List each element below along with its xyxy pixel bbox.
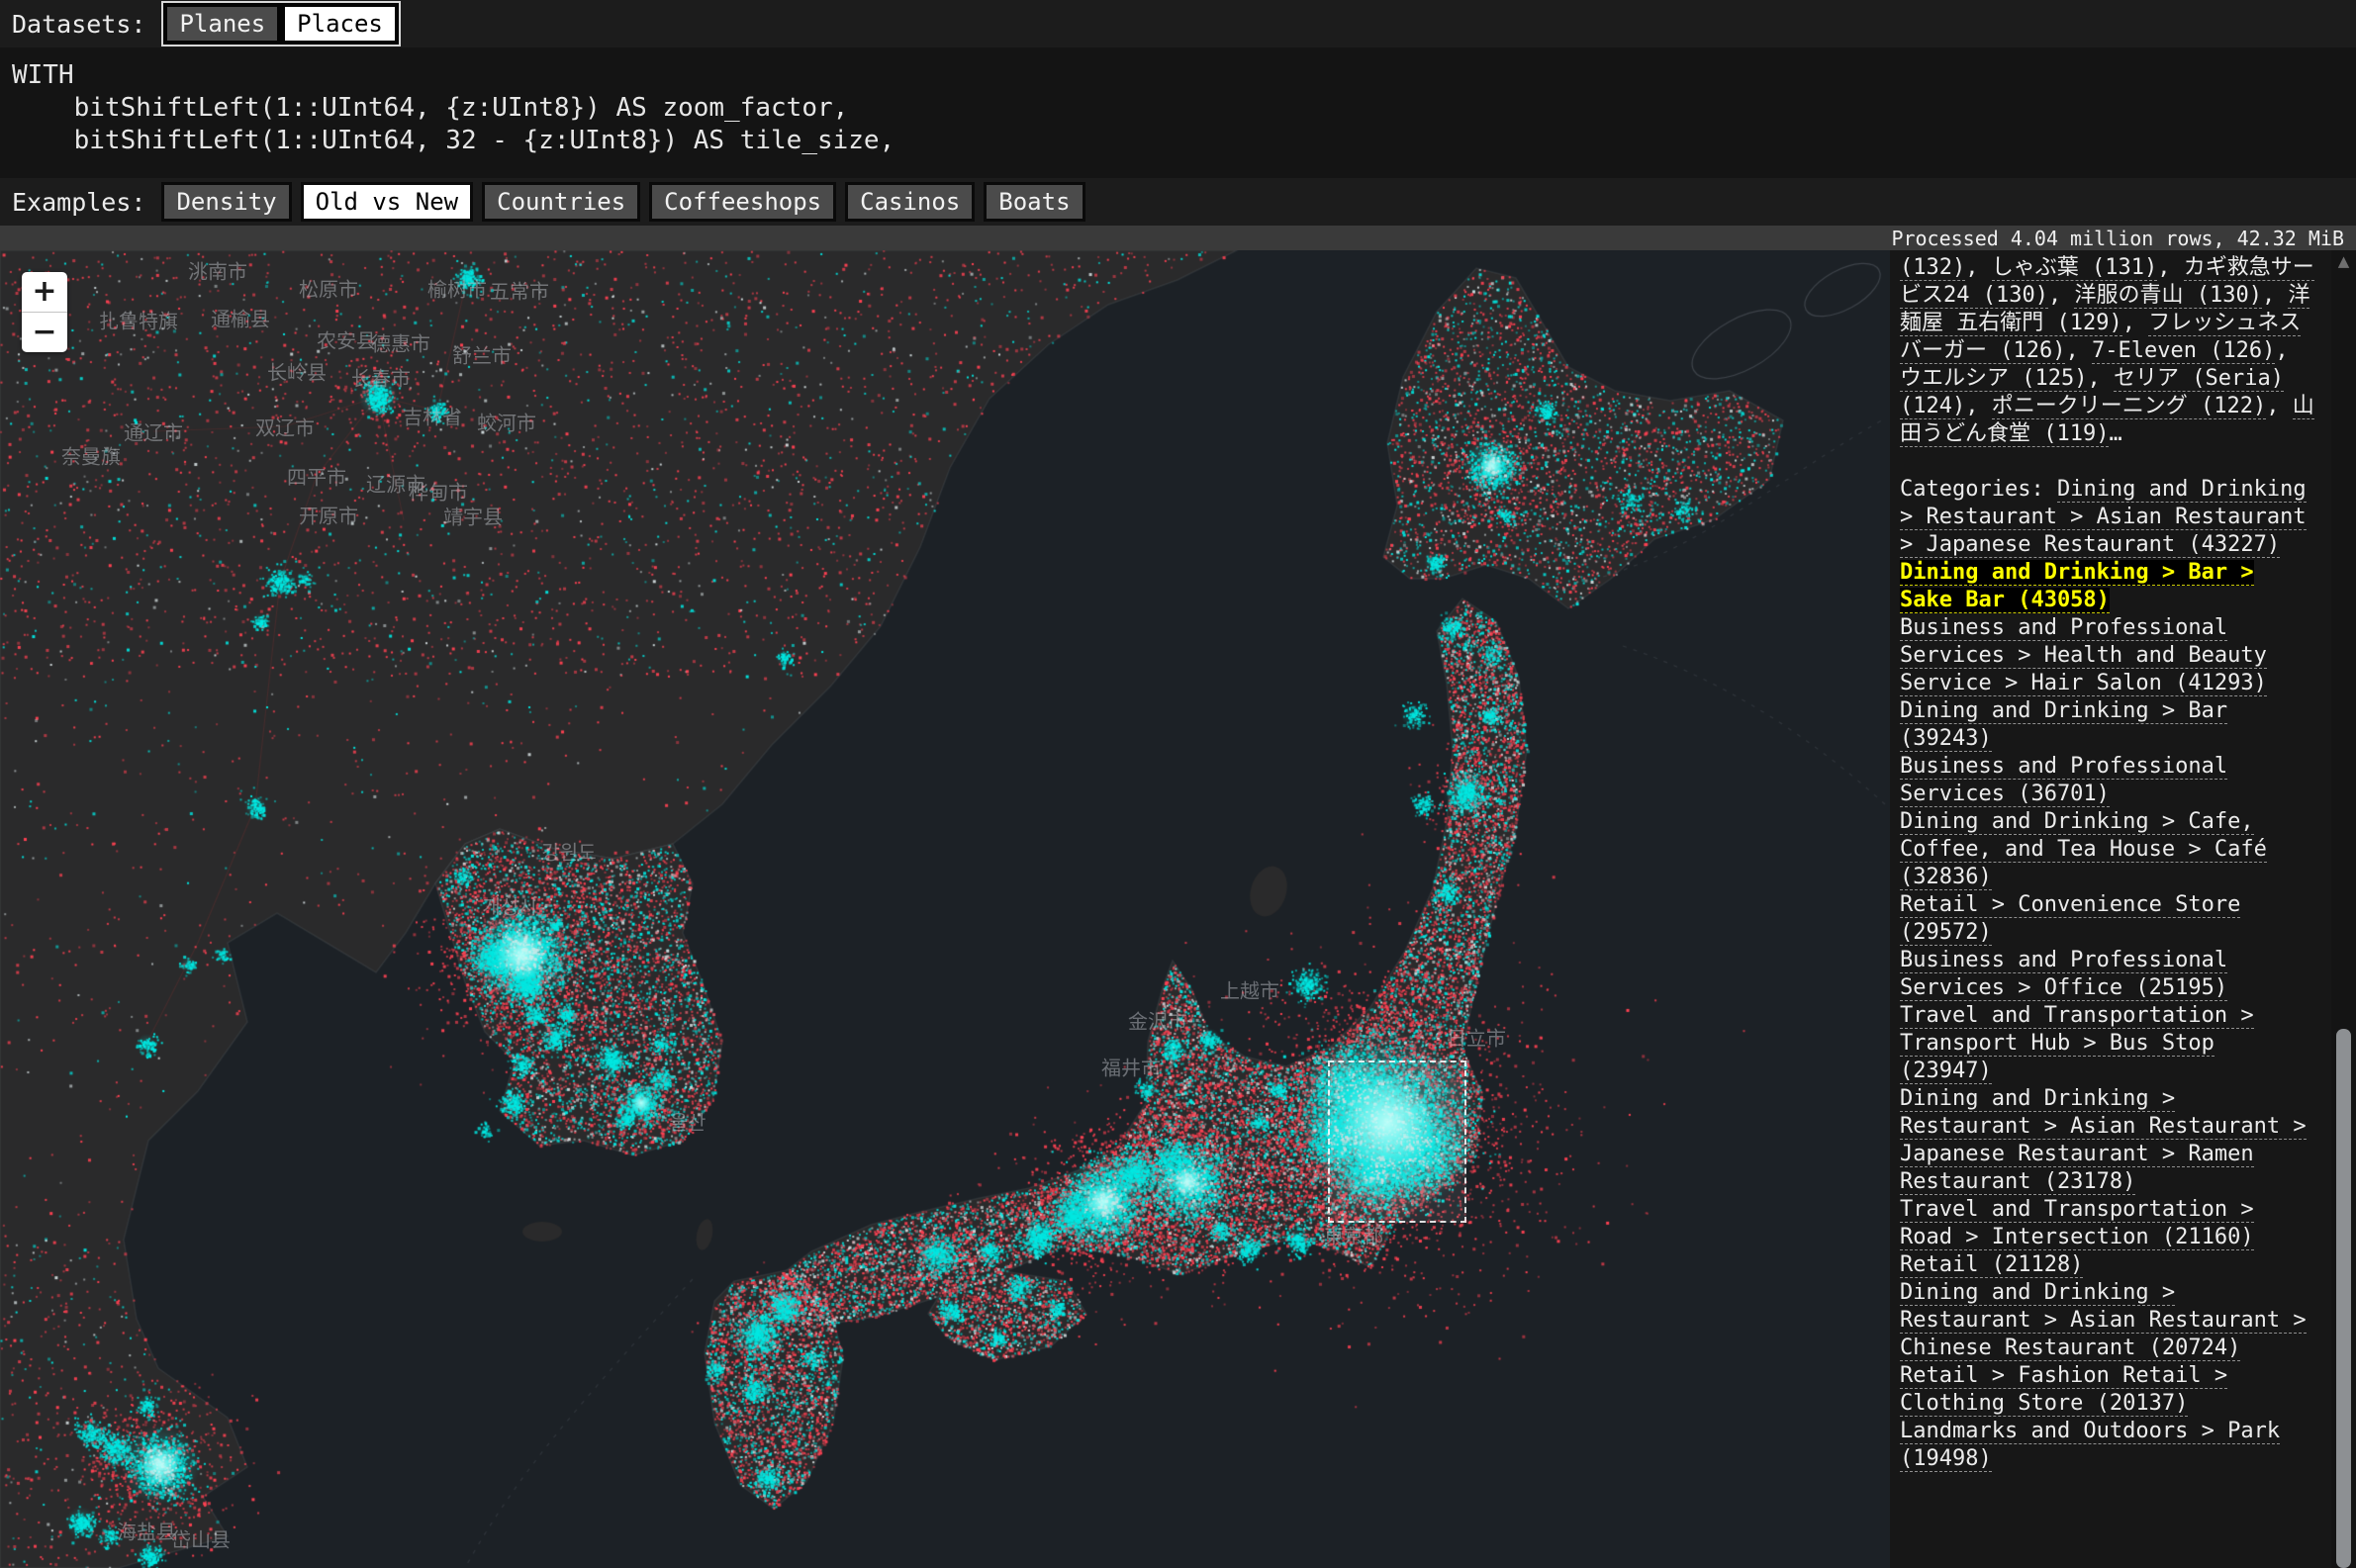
map-container: 洮南市松原市榆树市五常市扎鲁特旗通榆县农安县德惠市舒兰市长岭县长春市吉林省蛟河市…	[0, 250, 1890, 1568]
sql-editor-text[interactable]: WITH bitShiftLeft(1::UInt64, {z:UInt8}) …	[12, 59, 2356, 157]
category-link[interactable]: Retail > Fashion Retail > Clothing Store…	[1900, 1363, 2227, 1417]
category-link[interactable]: Travel and Transportation > Transport Hu…	[1900, 1003, 2254, 1084]
main-area: 洮南市松原市榆树市五常市扎鲁特旗通榆县农安县德惠市舒兰市长岭县长春市吉林省蛟河市…	[0, 250, 2356, 1568]
category-row: Retail (21128)	[1900, 1251, 2317, 1279]
brand-link[interactable]: (132)	[1900, 255, 1965, 281]
example-button-casinos[interactable]: Casinos	[845, 182, 975, 222]
categories-label: Categories:	[1900, 477, 2057, 502]
zoom-out-button[interactable]: −	[22, 313, 67, 352]
datasets-label: Datasets:	[12, 10, 145, 39]
brand-link[interactable]: ウエルシア (125)	[1900, 366, 2087, 392]
map-selection-box[interactable]	[1328, 1061, 1466, 1223]
example-button-boats[interactable]: Boats	[984, 182, 1084, 222]
category-link[interactable]: Business and Professional Services (3670…	[1900, 754, 2227, 807]
category-link[interactable]: Business and Professional Services > Off…	[1900, 948, 2227, 1001]
brand-link[interactable]: しゃぶ葉 (131)	[1992, 255, 2157, 281]
examples-label: Examples:	[12, 188, 145, 217]
category-link[interactable]: Dining and Drinking > Cafe, Coffee, and …	[1900, 809, 2267, 890]
zoom-in-button[interactable]: +	[22, 272, 67, 313]
example-button-old-vs-new[interactable]: Old vs New	[301, 182, 474, 222]
places-map-canvas[interactable]	[0, 250, 1890, 1568]
category-row: Dining and Drinking > Restaurant > Asian…	[1900, 1279, 2317, 1362]
example-button-countries[interactable]: Countries	[482, 182, 640, 222]
brand-link[interactable]: ポニークリーニング (122)	[1992, 394, 2266, 419]
example-buttons: DensityOld vs NewCountriesCoffeeshopsCas…	[161, 182, 1093, 222]
category-link[interactable]: Landmarks and Outdoors > Park (19498)	[1900, 1419, 2280, 1472]
category-row: Retail > Convenience Store (29572)	[1900, 891, 2317, 947]
results-sidebar: (132), しゃぶ葉 (131), カギ救急サービス24 (130), 洋服の…	[1890, 250, 2331, 1568]
category-row: Dining and Drinking > Cafe, Coffee, and …	[1900, 808, 2317, 891]
category-row: Dining and Drinking > Restaurant > Asian…	[1900, 1085, 2317, 1196]
category-link[interactable]: Business and Professional Services > Hea…	[1900, 615, 2267, 696]
category-row: Travel and Transportation > Transport Hu…	[1900, 1002, 2317, 1085]
dataset-buttons: PlanesPlaces	[161, 1, 400, 46]
datasets-bar: Datasets: PlanesPlaces	[0, 0, 2356, 47]
category-row: Dining and Drinking > Bar (39243)	[1900, 697, 2317, 753]
category-row: Dining and Drinking > Bar > Sake Bar (43…	[1900, 559, 2317, 614]
category-link[interactable]: Dining and Drinking > Restaurant > Asian…	[1900, 1280, 2307, 1361]
category-row: Travel and Transportation > Road > Inter…	[1900, 1196, 2317, 1251]
category-link[interactable]: Travel and Transportation > Road > Inter…	[1900, 1197, 2254, 1250]
category-row: Landmarks and Outdoors > Park (19498)	[1900, 1418, 2317, 1473]
category-link[interactable]: Dining and Drinking > Restaurant > Asian…	[1900, 1086, 2307, 1195]
brands-paragraph: (132), しゃぶ葉 (131), カギ救急サービス24 (130), 洋服の…	[1900, 254, 2317, 448]
status-text: Processed 4.04 million rows, 42.32 MiB	[1891, 227, 2344, 250]
category-link[interactable]: Dining and Drinking > Bar (39243)	[1900, 698, 2227, 752]
category-row: Categories: Dining and Drinking > Restau…	[1900, 476, 2317, 559]
category-row: Business and Professional Services > Hea…	[1900, 614, 2317, 697]
category-link-selected[interactable]: Dining and Drinking > Bar > Sake Bar (43…	[1900, 560, 2254, 613]
category-link[interactable]: Retail (21128)	[1900, 1252, 2083, 1278]
dataset-button-places[interactable]: Places	[281, 3, 399, 45]
example-button-coffeeshops[interactable]: Coffeeshops	[649, 182, 836, 222]
scrollbar-thumb[interactable]	[2336, 1029, 2351, 1568]
category-row: Business and Professional Services (3670…	[1900, 753, 2317, 808]
category-row: Business and Professional Services > Off…	[1900, 947, 2317, 1002]
sql-editor[interactable]: WITH bitShiftLeft(1::UInt64, {z:UInt8}) …	[0, 47, 2356, 178]
status-bar: Processed 4.04 million rows, 42.32 MiB	[0, 226, 2356, 250]
sidebar-scrollbar[interactable]: ▲	[2331, 250, 2356, 1568]
brand-link[interactable]: 7-Eleven (126)	[2092, 338, 2275, 364]
brand-link[interactable]: 洋服の青山 (130)	[2074, 283, 2261, 309]
map-zoom-control: + −	[22, 272, 67, 352]
dataset-button-planes[interactable]: Planes	[163, 3, 281, 45]
examples-bar: Examples: DensityOld vs NewCountriesCoff…	[0, 178, 2356, 226]
categories-list: Categories: Dining and Drinking > Restau…	[1900, 476, 2317, 1473]
example-button-density[interactable]: Density	[161, 182, 291, 222]
scrollbar-up-arrow-icon[interactable]: ▲	[2331, 252, 2356, 270]
category-row: Retail > Fashion Retail > Clothing Store…	[1900, 1362, 2317, 1418]
category-link[interactable]: Retail > Convenience Store (29572)	[1900, 892, 2240, 946]
